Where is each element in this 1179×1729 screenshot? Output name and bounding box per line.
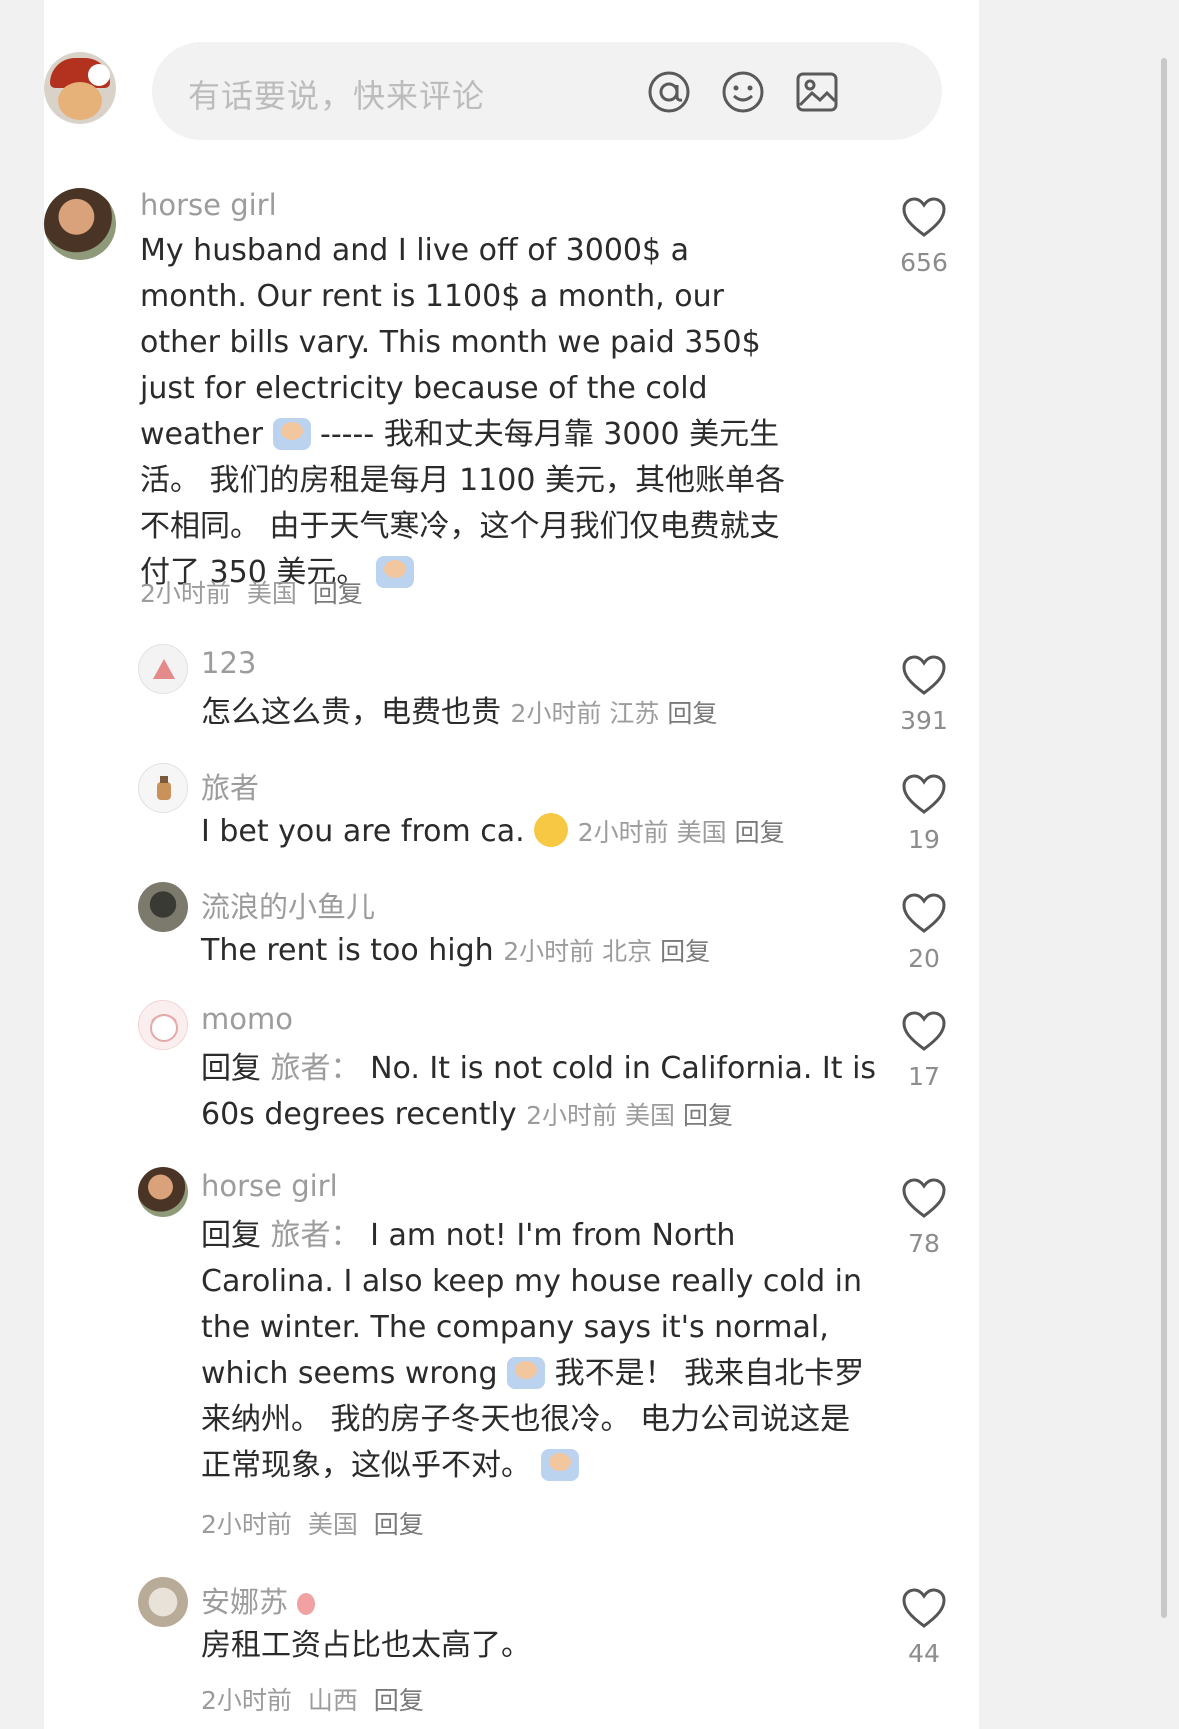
heart-icon: [902, 774, 946, 814]
reply-meta: 2小时前 山西 回复: [201, 1681, 424, 1717]
reply-location: 北京: [602, 937, 653, 966]
reply-button[interactable]: 回复: [374, 1510, 424, 1539]
reply-button[interactable]: 回复: [660, 937, 710, 966]
reply-username[interactable]: 流浪的小鱼儿: [201, 884, 375, 926]
balloon-icon: [297, 1593, 316, 1615]
like-count: 78: [908, 1229, 940, 1258]
like-button[interactable]: 391: [894, 654, 954, 735]
crying-emoji: [375, 556, 414, 588]
scrollbar[interactable]: [1161, 58, 1167, 1618]
like-button[interactable]: 78: [894, 1177, 954, 1258]
like-count: 17: [908, 1062, 940, 1091]
like-button[interactable]: 19: [894, 773, 954, 854]
like-count: 19: [908, 825, 940, 854]
comment-input[interactable]: 有话要说，快来评论: [152, 42, 942, 140]
like-button[interactable]: 44: [894, 1587, 954, 1668]
avatar[interactable]: [138, 1577, 188, 1627]
reply-to-user[interactable]: 旅者：: [271, 1051, 361, 1086]
comment-input-placeholder: 有话要说，快来评论: [188, 77, 486, 115]
avatar[interactable]: [44, 52, 116, 124]
reply-username[interactable]: horse girl: [201, 1169, 338, 1203]
reply-location: 江苏: [609, 699, 660, 728]
reply-text: 回复 旅者： No. It is not cold in California.…: [201, 1051, 877, 1132]
reply-text: 房租工资占比也太高了。: [201, 1628, 531, 1663]
crying-emoji: [540, 1449, 579, 1481]
reply-to-user[interactable]: 旅者：: [271, 1218, 361, 1253]
avatar[interactable]: [138, 1000, 188, 1050]
reply-button[interactable]: 回复: [313, 579, 363, 608]
comments-panel: 有话要说，快来评论 horse girl My husband and I li…: [44, 0, 979, 1729]
reply-button[interactable]: 回复: [735, 818, 785, 847]
image-icon[interactable]: [794, 69, 840, 115]
comment-meta: 2小时前 美国 回复: [140, 574, 363, 610]
avatar[interactable]: [138, 882, 188, 932]
reply-time: 2小时前: [201, 1686, 292, 1715]
reply-text: 怎么这么贵，电费也贵 2小时前 江苏 回复: [201, 695, 718, 730]
reply-location: 美国: [625, 1101, 676, 1130]
like-button[interactable]: 17: [894, 1010, 954, 1091]
comment-location: 美国: [246, 579, 297, 608]
reply-time: 2小时前: [577, 818, 669, 847]
like-count: 20: [908, 944, 940, 973]
comment-time: 2小时前: [140, 579, 231, 608]
heart-icon: [902, 1011, 946, 1051]
reply-button[interactable]: 回复: [667, 699, 717, 728]
reply-time: 2小时前: [526, 1101, 618, 1130]
at-icon[interactable]: [646, 69, 692, 115]
heart-icon: [902, 197, 946, 237]
laughing-emoji: [534, 813, 569, 847]
reply-text: I bet you are from ca. 2小时前 美国 回复: [201, 813, 785, 849]
heart-icon: [902, 1588, 946, 1628]
reply-time: 2小时前: [510, 699, 602, 728]
like-count: 44: [908, 1639, 940, 1668]
reply-username[interactable]: momo: [201, 1002, 293, 1036]
reply-meta: 2小时前 美国 回复: [201, 1505, 424, 1541]
like-count: 391: [900, 706, 948, 735]
comment-input-row: 有话要说，快来评论: [44, 38, 979, 140]
avatar[interactable]: [138, 644, 188, 694]
crying-emoji: [507, 1357, 546, 1389]
like-button[interactable]: 20: [894, 892, 954, 973]
reply-button[interactable]: 回复: [683, 1101, 733, 1130]
reply-location: 山西: [307, 1686, 358, 1715]
like-button[interactable]: 656: [894, 196, 954, 277]
heart-icon: [902, 893, 946, 933]
reply-username[interactable]: 旅者: [201, 765, 259, 807]
avatar[interactable]: [44, 188, 116, 260]
reply-button[interactable]: 回复: [374, 1686, 424, 1715]
reply-location: 美国: [307, 1510, 358, 1539]
heart-icon: [902, 655, 946, 695]
heart-icon: [902, 1178, 946, 1218]
emoji-icon[interactable]: [720, 69, 766, 115]
crying-emoji: [272, 418, 311, 450]
reply-text: 回复 旅者： I am not! I'm from North Carolina…: [201, 1218, 865, 1483]
reply-location: 美国: [676, 818, 727, 847]
reply-time: 2小时前: [201, 1510, 292, 1539]
reply-text: The rent is too high 2小时前 北京 回复: [201, 933, 711, 968]
reply-time: 2小时前: [503, 937, 595, 966]
like-count: 656: [900, 248, 948, 277]
reply-username[interactable]: 123: [201, 646, 256, 680]
avatar[interactable]: [138, 1167, 188, 1217]
comment-username[interactable]: horse girl: [140, 188, 277, 222]
reply-username[interactable]: 安娜苏: [201, 1579, 316, 1621]
avatar[interactable]: [138, 763, 188, 813]
comment-text: My husband and I live off of 3000$ a mon…: [140, 233, 785, 590]
